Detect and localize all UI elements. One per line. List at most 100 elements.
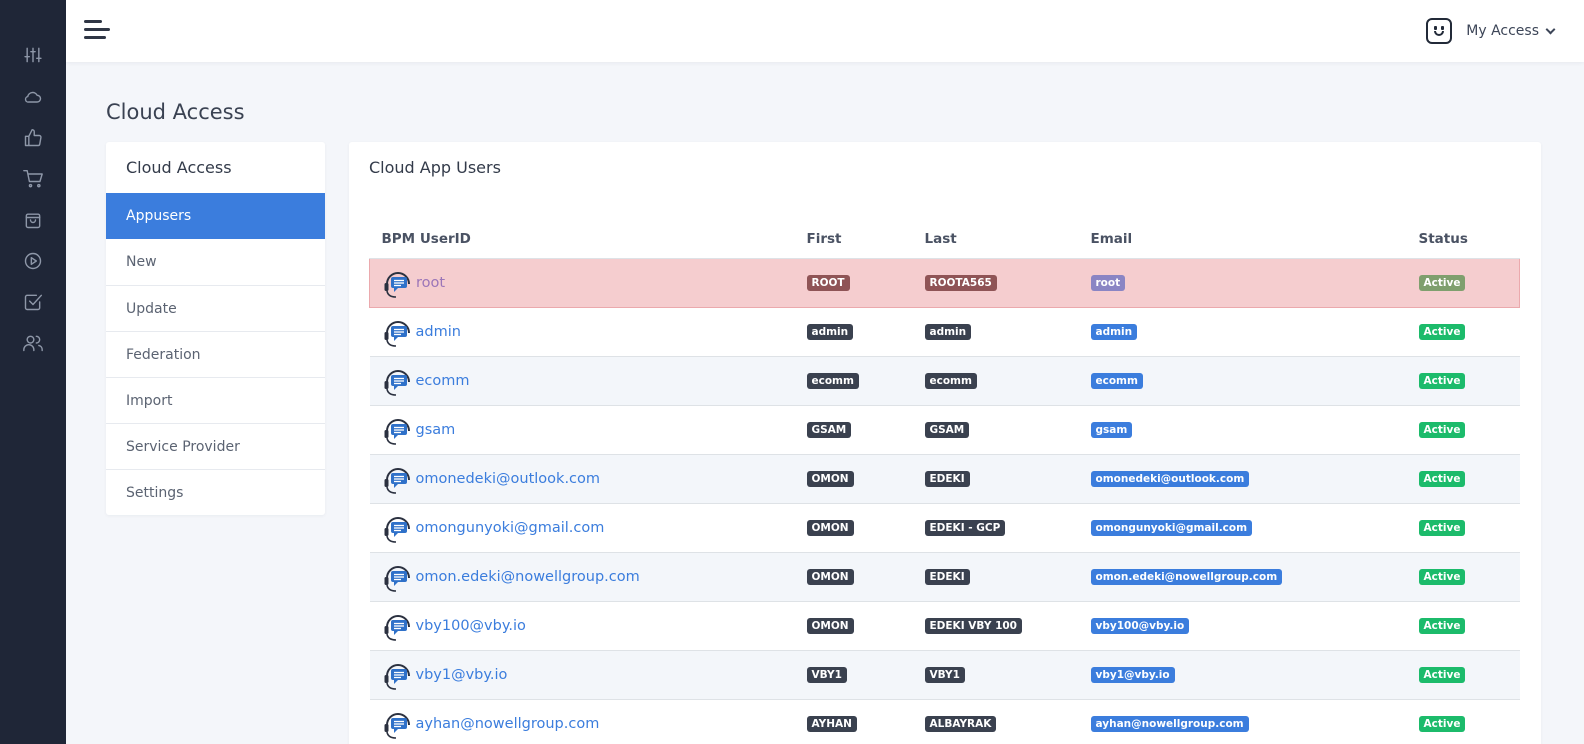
table-row[interactable]: vby1@vby.io VBY1 VBY1 vby1@vby.io Active xyxy=(369,649,1520,699)
my-access-label: My Access xyxy=(1466,23,1539,39)
email-badge: vby100@vby.io xyxy=(1090,617,1190,634)
table-row[interactable]: omonedeki@outlook.com OMON EDEKI omonede… xyxy=(369,453,1520,503)
status-badge: Active xyxy=(1418,666,1466,683)
side-item-service-provider[interactable]: Service Provider xyxy=(106,423,325,469)
support-chat-icon xyxy=(384,320,410,347)
support-chat-icon xyxy=(384,418,410,445)
email-badge: omon.edeki@nowellgroup.com xyxy=(1090,568,1283,585)
last-name-badge: ecomm xyxy=(924,372,977,389)
table-header-row: BPM UserID First Last Email Status xyxy=(369,220,1520,259)
table-row[interactable]: ecomm ecomm ecomm ecomm Active xyxy=(369,355,1520,405)
user-id-link[interactable]: omon.edeki@nowellgroup.com xyxy=(416,569,640,585)
column-header-last[interactable]: Last xyxy=(912,220,1079,259)
first-name-badge: OMON xyxy=(806,519,854,536)
user-id-link[interactable]: admin xyxy=(416,324,461,340)
cloud-app-users-card: Cloud App Users BPM UserID First Last Em… xyxy=(349,142,1541,744)
user-id-link[interactable]: vby100@vby.io xyxy=(416,618,526,634)
table-row[interactable]: omon.edeki@nowellgroup.com OMON EDEKI om… xyxy=(369,551,1520,601)
thumbs-up-icon[interactable] xyxy=(20,125,46,151)
user-id-link[interactable]: gsam xyxy=(416,422,456,438)
last-name-badge: ALBAYRAK xyxy=(924,715,997,732)
chevron-down-icon xyxy=(1545,24,1556,34)
table-row[interactable]: gsam GSAM GSAM gsam Active xyxy=(369,404,1520,454)
column-header-userid[interactable]: BPM UserID xyxy=(369,220,795,259)
email-badge: omonedeki@outlook.com xyxy=(1090,470,1250,487)
support-chat-icon xyxy=(384,565,410,592)
first-name-badge: GSAM xyxy=(806,421,852,438)
email-badge: vby1@vby.io xyxy=(1090,666,1175,683)
my-access-menu[interactable]: My Access xyxy=(1426,16,1556,46)
email-badge: ayhan@nowellgroup.com xyxy=(1090,715,1249,732)
last-name-badge: GSAM xyxy=(924,421,970,438)
users-icon[interactable] xyxy=(20,330,46,356)
side-item-settings[interactable]: Settings xyxy=(106,469,325,515)
email-badge: omongunyoki@gmail.com xyxy=(1090,519,1253,536)
support-chat-icon xyxy=(384,712,410,739)
email-badge: root xyxy=(1090,274,1126,291)
page-title: Cloud Access xyxy=(106,100,245,124)
support-chat-icon xyxy=(384,369,410,396)
play-circle-icon[interactable] xyxy=(20,248,46,274)
first-name-badge: admin xyxy=(806,323,854,340)
left-rail xyxy=(0,0,66,744)
cloud-icon[interactable] xyxy=(20,84,46,110)
status-badge: Active xyxy=(1418,470,1466,487)
user-id-link[interactable]: vby1@vby.io xyxy=(416,667,508,683)
status-badge: Active xyxy=(1418,519,1466,536)
status-badge: Active xyxy=(1418,274,1466,291)
first-name-badge: OMON xyxy=(806,470,854,487)
user-id-link[interactable]: omonedeki@outlook.com xyxy=(416,471,601,487)
side-item-update[interactable]: Update xyxy=(106,285,325,331)
side-item-appusers[interactable]: Appusers xyxy=(106,193,325,239)
last-name-badge: VBY1 xyxy=(924,666,965,683)
table-row[interactable]: admin admin admin admin Active xyxy=(369,306,1520,356)
user-id-link[interactable]: ecomm xyxy=(416,373,470,389)
support-chat-icon xyxy=(384,271,410,298)
column-header-first[interactable]: First xyxy=(794,220,913,259)
check-square-icon[interactable] xyxy=(20,289,46,315)
support-chat-icon xyxy=(384,614,410,641)
first-name-badge: VBY1 xyxy=(806,666,847,683)
last-name-badge: ROOTA565 xyxy=(924,274,997,291)
first-name-badge: AYHAN xyxy=(806,715,857,732)
side-item-new[interactable]: New xyxy=(106,239,325,285)
status-badge: Active xyxy=(1418,323,1466,340)
support-chat-icon xyxy=(384,516,410,543)
first-name-badge: ROOT xyxy=(806,274,850,291)
status-badge: Active xyxy=(1418,372,1466,389)
smiley-avatar-icon xyxy=(1426,18,1453,44)
hamburger-menu-icon[interactable] xyxy=(84,17,112,45)
last-name-badge: EDEKI - GCP xyxy=(924,519,1006,536)
cart-icon[interactable] xyxy=(20,166,46,192)
side-menu-header: Cloud Access xyxy=(126,158,232,177)
last-name-badge: EDEKI VBY 100 xyxy=(924,617,1022,634)
email-badge: gsam xyxy=(1090,421,1133,438)
email-badge: admin xyxy=(1090,323,1138,340)
table-row[interactable]: ayhan@nowellgroup.com AYHAN ALBAYRAK ayh… xyxy=(369,698,1520,744)
support-chat-icon xyxy=(384,467,410,494)
shopping-bag-icon[interactable] xyxy=(20,207,46,233)
first-name-badge: ecomm xyxy=(806,372,859,389)
column-header-status[interactable]: Status xyxy=(1406,220,1520,259)
table-row[interactable]: vby100@vby.io OMON EDEKI VBY 100 vby100@… xyxy=(369,600,1520,650)
sliders-icon[interactable] xyxy=(20,42,46,68)
users-table: BPM UserID First Last Email Status root … xyxy=(369,220,1520,744)
card-title: Cloud App Users xyxy=(369,158,501,177)
last-name-badge: admin xyxy=(924,323,972,340)
side-item-import[interactable]: Import xyxy=(106,377,325,423)
status-badge: Active xyxy=(1418,617,1466,634)
status-badge: Active xyxy=(1418,421,1466,438)
column-header-email[interactable]: Email xyxy=(1078,220,1407,259)
side-item-federation[interactable]: Federation xyxy=(106,331,325,377)
user-id-link[interactable]: root xyxy=(416,275,445,291)
last-name-badge: EDEKI xyxy=(924,568,970,585)
first-name-badge: OMON xyxy=(806,617,854,634)
email-badge: ecomm xyxy=(1090,372,1143,389)
user-id-link[interactable]: omongunyoki@gmail.com xyxy=(416,520,605,536)
status-badge: Active xyxy=(1418,568,1466,585)
last-name-badge: EDEKI xyxy=(924,470,970,487)
cloud-access-menu: Cloud Access Appusers New Update Federat… xyxy=(106,142,325,515)
table-row[interactable]: root ROOT ROOTA565 root Active xyxy=(369,257,1520,308)
table-row[interactable]: omongunyoki@gmail.com OMON EDEKI - GCP o… xyxy=(369,502,1520,552)
user-id-link[interactable]: ayhan@nowellgroup.com xyxy=(416,716,600,732)
